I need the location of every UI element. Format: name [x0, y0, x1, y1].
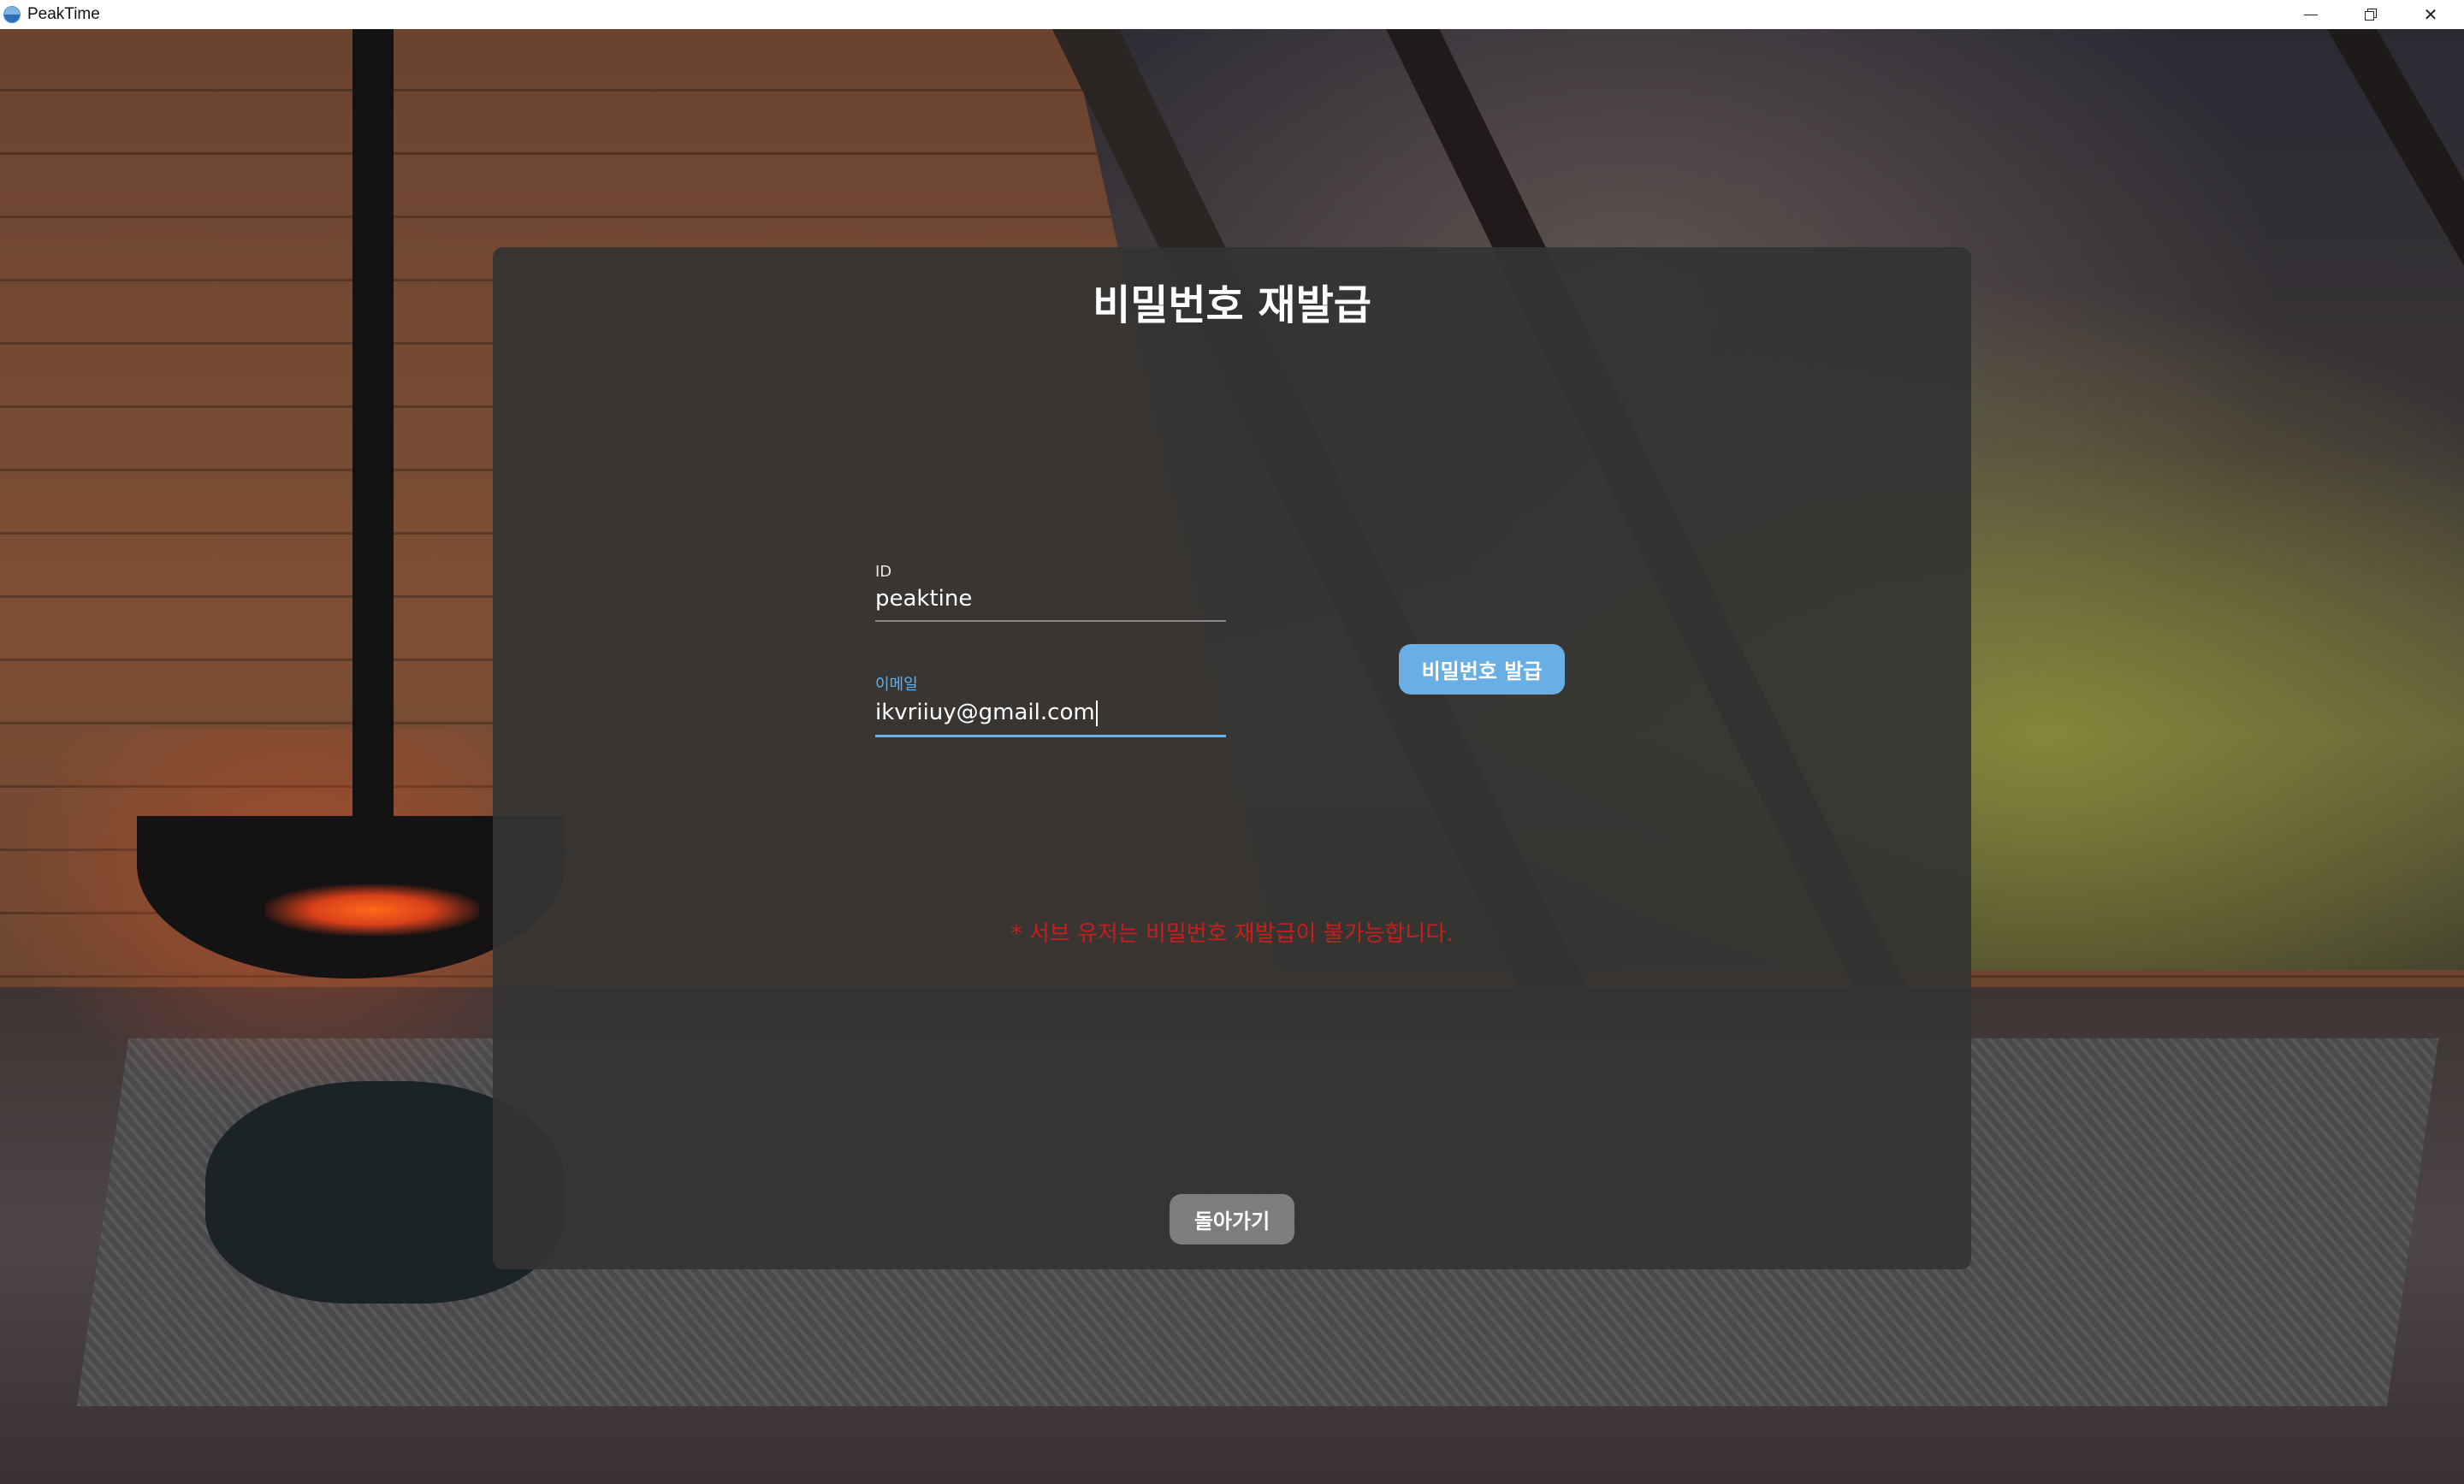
close-icon: ✕ [2423, 4, 2438, 25]
sub-user-notice: * 서브 유저는 비밀번호 재발급이 불가능합니다. [1010, 921, 1454, 947]
minimize-button[interactable] [2281, 0, 2341, 29]
close-button[interactable]: ✕ [2401, 0, 2461, 29]
window-title: PeakTime [27, 5, 100, 23]
id-label: ID [875, 563, 892, 581]
id-field[interactable]: ID peaktine [875, 563, 1226, 622]
id-input[interactable]: peaktine [875, 586, 1226, 622]
title-bar: PeakTime ✕ [0, 0, 2464, 30]
dialog-title: 비밀번호 재발급 [1093, 281, 1371, 329]
email-label: 이메일 [875, 676, 918, 694]
issue-password-button[interactable]: 비밀번호 발급 [1399, 644, 1565, 695]
password-reset-dialog: 비밀번호 재발급 ID peaktine 이메일 ikvriiuy@gmail.… [493, 247, 1971, 1269]
email-input[interactable]: ikvriiuy@gmail.com [875, 700, 1226, 737]
restore-icon [2365, 9, 2377, 21]
fireplace-chimney [352, 29, 394, 816]
restore-button[interactable] [2341, 0, 2401, 29]
email-field[interactable]: 이메일 ikvriiuy@gmail.com [875, 672, 1226, 737]
fire [265, 884, 479, 936]
text-caret [1095, 700, 1098, 726]
back-button[interactable]: 돌아가기 [1170, 1194, 1294, 1245]
email-input-text: ikvriiuy@gmail.com [875, 700, 1095, 725]
peaktime-logo-icon [3, 6, 21, 23]
